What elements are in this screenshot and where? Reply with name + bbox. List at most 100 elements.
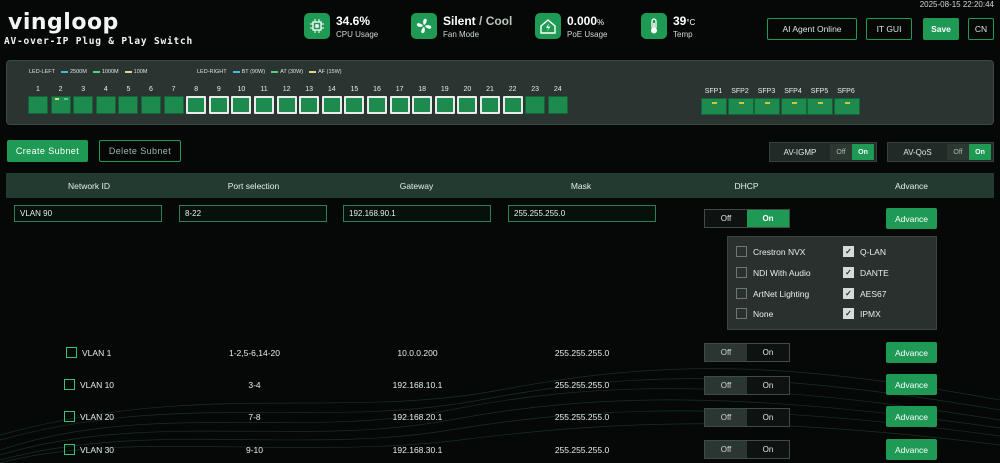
row-ports: 3-4 [248, 380, 261, 390]
checkbox-checked[interactable] [843, 288, 854, 299]
protocol-dante[interactable]: DANTE [843, 267, 889, 278]
protocol-none[interactable]: None [736, 308, 773, 319]
dhcp-on-option[interactable]: On [747, 210, 789, 227]
checkbox[interactable] [736, 288, 747, 299]
current-timestamp: 2025-08-15 22:20:44 [919, 0, 994, 9]
ethernet-port[interactable] [231, 96, 252, 114]
ethernet-port[interactable] [163, 96, 184, 114]
it-gui-button[interactable]: IT GUI [866, 18, 912, 40]
ethernet-port[interactable] [434, 96, 455, 114]
checkbox[interactable] [736, 267, 747, 278]
ai-agent-button[interactable]: AI Agent Online [767, 18, 857, 40]
ethernet-port[interactable] [73, 96, 94, 114]
checkbox-checked[interactable] [843, 308, 854, 319]
ethernet-port[interactable] [367, 96, 387, 114]
row-dhcp-toggle[interactable]: Off On [704, 376, 790, 395]
dhcp-off-option[interactable]: Off [705, 210, 747, 227]
ethernet-port[interactable] [186, 96, 207, 114]
dhcp-on-option[interactable]: On [747, 377, 789, 394]
sfp-port[interactable] [701, 98, 727, 115]
sfp-label: SFP4 [784, 88, 802, 95]
port-number-label: 1 [36, 86, 40, 93]
row-checkbox[interactable] [64, 379, 75, 390]
protocol-crestron-nvx[interactable]: Crestron NVX [736, 246, 805, 257]
protocol-artnet-lighting[interactable]: ArtNet Lighting [736, 288, 809, 299]
ethernet-port[interactable] [50, 96, 71, 114]
ethernet-port[interactable] [254, 96, 274, 114]
sfp-port[interactable] [807, 98, 833, 115]
mask-input[interactable]: 255.255.255.0 [508, 205, 656, 222]
header-advance: Advance [894, 180, 929, 191]
delete-subnet-button[interactable]: Delete Subnet [99, 140, 181, 162]
dhcp-on-option[interactable]: On [747, 344, 789, 361]
av-qos-off[interactable]: Off [947, 144, 969, 160]
row-checkbox[interactable] [64, 444, 75, 455]
av-qos-toggle[interactable]: Off On [947, 144, 991, 160]
port-number-label: 22 [508, 86, 517, 93]
save-button[interactable]: Save [923, 18, 959, 40]
sfp-port[interactable] [754, 98, 780, 115]
gateway-input[interactable]: 192.168.90.1 [343, 205, 491, 222]
row-ports: 7-8 [248, 412, 261, 422]
row-dhcp-toggle[interactable]: Off On [704, 343, 790, 362]
language-button[interactable]: CN [968, 18, 994, 40]
av-igmp-on[interactable]: On [852, 144, 874, 160]
row-advance-button[interactable]: Advance [886, 406, 937, 427]
sfp-port[interactable] [727, 98, 754, 115]
dhcp-on-option[interactable]: On [747, 409, 789, 426]
ethernet-port[interactable] [141, 96, 161, 114]
ethernet-port[interactable] [28, 96, 48, 114]
dhcp-off-option[interactable]: Off [705, 344, 747, 361]
port-selection-input[interactable]: 8-22 [179, 205, 327, 222]
checkbox[interactable] [736, 308, 747, 319]
row-advance-button[interactable]: Advance [886, 439, 937, 460]
dhcp-toggle-editing[interactable]: Off On [704, 209, 790, 228]
row-checkbox[interactable] [66, 347, 77, 358]
ethernet-port[interactable] [412, 96, 433, 114]
checkbox-checked[interactable] [843, 267, 854, 278]
ethernet-port[interactable] [208, 96, 229, 114]
ethernet-port[interactable] [344, 96, 365, 114]
dhcp-off-option[interactable]: Off [705, 409, 747, 426]
create-subnet-button[interactable]: Create Subnet [7, 140, 88, 162]
network-id-input[interactable]: VLAN 90 [14, 205, 162, 222]
ethernet-port[interactable] [502, 96, 523, 114]
ethernet-port[interactable] [389, 96, 410, 114]
ethernet-port[interactable] [321, 96, 342, 114]
ethernet-port[interactable] [480, 96, 500, 114]
sfp-port[interactable] [780, 98, 807, 115]
checkbox[interactable] [736, 246, 747, 257]
protocol-ipmx[interactable]: IPMX [843, 308, 881, 319]
row-dhcp-toggle[interactable]: Off On [704, 408, 790, 427]
row-mask: 255.255.255.0 [554, 445, 610, 455]
dhcp-on-option[interactable]: On [747, 441, 789, 458]
dhcp-off-option[interactable]: Off [705, 377, 747, 394]
sfp-port[interactable] [833, 98, 860, 115]
header-dhcp: DHCP [734, 180, 759, 191]
ethernet-port[interactable] [547, 96, 568, 114]
row-advance-button[interactable]: Advance [886, 374, 937, 395]
ethernet-port[interactable] [457, 96, 478, 114]
ethernet-port[interactable] [525, 96, 546, 114]
checkbox-checked[interactable] [843, 246, 854, 257]
protocol-ndi-with-audio[interactable]: NDI With Audio [736, 267, 811, 278]
row-checkbox[interactable] [64, 411, 75, 422]
av-igmp-off[interactable]: Off [830, 144, 852, 160]
protocol-q-lan[interactable]: Q-LAN [843, 246, 886, 257]
cpu-usage-value: 34.6% [336, 13, 371, 28]
brand-tagline: AV-over-IP Plug & Play Switch [4, 36, 194, 47]
dhcp-off-option[interactable]: Off [705, 441, 747, 458]
row-advance-button[interactable]: Advance [886, 342, 937, 363]
av-igmp-toggle[interactable]: Off On [830, 144, 874, 160]
av-qos-on[interactable]: On [969, 144, 991, 160]
ethernet-port[interactable] [276, 96, 297, 114]
ethernet-port[interactable] [95, 96, 116, 114]
brand-logo: vingloop [8, 10, 119, 35]
advance-button-editing[interactable]: Advance [886, 208, 937, 229]
row-dhcp-toggle[interactable]: Off On [704, 440, 790, 459]
ethernet-port[interactable] [299, 96, 320, 114]
port-led [63, 98, 68, 100]
ethernet-port[interactable] [118, 96, 139, 114]
sfp-led [818, 102, 823, 104]
protocol-aes67[interactable]: AES67 [843, 288, 886, 299]
